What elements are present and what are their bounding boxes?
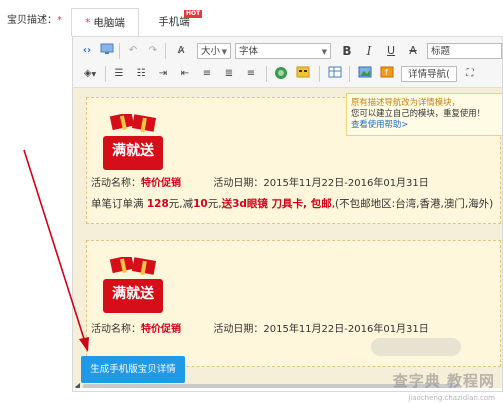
table-icon[interactable] bbox=[327, 66, 343, 82]
promo-badge-text: 满就送 bbox=[112, 143, 154, 159]
promo-info-row: 活动名称：特价促销 活动日期：2015年11月22日-2016年01月31日 bbox=[91, 174, 429, 189]
promo-detail-mid1: 元,减 bbox=[168, 198, 194, 210]
watermark-text: 查字典 教程网 bbox=[392, 372, 495, 390]
toolbar-separator bbox=[165, 43, 166, 59]
toolbar-separator bbox=[319, 66, 320, 82]
emoji-icon[interactable] bbox=[295, 66, 311, 82]
promo-discount: 10 bbox=[193, 198, 208, 210]
nav-tooltip: 原有描述导航改为详情模块， 您可以建立自己的模块，重复使用！ 查看使用帮助> bbox=[346, 93, 502, 136]
chevron-down-icon: ▼ bbox=[221, 48, 227, 56]
indent-icon[interactable]: ⇥ bbox=[155, 66, 171, 82]
heading-select[interactable]: 标题 bbox=[427, 43, 502, 59]
font-size-select-value: 大小 bbox=[201, 46, 221, 57]
italic-button[interactable]: I bbox=[361, 43, 377, 59]
ordered-list-icon[interactable]: ☷ bbox=[133, 66, 149, 82]
svg-text:f: f bbox=[385, 68, 388, 77]
promo-date-label: 活动日期： bbox=[213, 324, 264, 335]
toolbar-separator bbox=[119, 43, 120, 59]
tab-pc-label: 电脑端 bbox=[93, 17, 125, 29]
font-family-select-value: 字体 bbox=[239, 46, 259, 57]
promo-name-label: 活动名称： bbox=[91, 324, 141, 335]
image-icon[interactable] bbox=[357, 66, 373, 82]
promo-gift: 送3d眼镜 刀具卡, 包邮 bbox=[221, 198, 332, 210]
toolbar-separator bbox=[266, 66, 267, 82]
tab-required-star: * bbox=[85, 17, 91, 29]
screen-icon[interactable] bbox=[99, 43, 115, 59]
device-tabs: * 电脑端 手机端 HOT bbox=[71, 8, 503, 36]
outdent-icon[interactable]: ⇤ bbox=[177, 66, 193, 82]
required-mark: * bbox=[57, 15, 62, 26]
scroll-left-arrow-icon[interactable] bbox=[75, 383, 80, 388]
promo-date-value: 2015年11月22日-2016年01月31日 bbox=[263, 178, 429, 189]
promo-detail: 单笔订单满 128元,减10元,送3d眼镜 刀具卡, 包邮,(不包邮地区:台湾,… bbox=[91, 196, 493, 211]
generate-mobile-detail-button[interactable]: 生成手机版宝贝详情 bbox=[81, 356, 185, 383]
promo-detail-post: ,(不包邮地区:台湾,香港,澳门,海外) bbox=[331, 198, 494, 210]
watermark-url: jiaocheng.chazidian.com bbox=[408, 394, 495, 402]
font-size-select[interactable]: 大小 ▼ bbox=[197, 43, 231, 59]
field-label-text: 宝贝描述： bbox=[7, 15, 57, 26]
description-field-label: 宝贝描述：* bbox=[7, 11, 62, 26]
chevron-down-icon: ▼ bbox=[321, 48, 327, 56]
gift-badge: 满就送 bbox=[103, 254, 163, 313]
promo-badge-text: 满就送 bbox=[112, 286, 154, 302]
promo-detail-pre: 单笔订单满 bbox=[91, 198, 144, 210]
toolbar-separator bbox=[105, 66, 106, 82]
gift-badge: 满就送 bbox=[103, 111, 163, 170]
fill-color-icon[interactable]: ◈▼ bbox=[79, 66, 101, 82]
promo-date-value: 2015年11月22日-2016年01月31日 bbox=[263, 324, 429, 335]
promo-date-label: 活动日期： bbox=[213, 178, 264, 189]
editor-toolbar: ‹› ↶ ↷ A̷ 大小 ▼ 字体 ▼ B I U A 标题 ◈▼ ☰ ☷ ⇥ ⇤ … bbox=[73, 37, 502, 88]
flash-icon[interactable]: f bbox=[379, 66, 395, 82]
tab-pc[interactable]: * 电脑端 bbox=[71, 8, 139, 36]
promo-amount: 128 bbox=[146, 198, 169, 210]
link-icon[interactable] bbox=[273, 66, 289, 82]
detail-nav-button[interactable]: 详情导航( bbox=[401, 66, 457, 82]
promo-info-row: 活动名称：特价促销 活动日期：2015年11月22日-2016年01月31日 bbox=[91, 320, 429, 335]
underline-button[interactable]: U bbox=[383, 43, 399, 59]
tooltip-line1: 原有描述导航改为详情模块， bbox=[351, 97, 460, 107]
promo-name-label: 活动名称： bbox=[91, 178, 141, 189]
promo-detail-mid2: 元, bbox=[207, 198, 222, 210]
heading-select-value: 标题 bbox=[431, 46, 451, 57]
fullscreen-icon[interactable]: ⛶ bbox=[462, 66, 478, 82]
source-code-icon[interactable]: ‹› bbox=[79, 43, 95, 59]
align-left-icon[interactable]: ≡ bbox=[199, 66, 215, 82]
strikethrough-button[interactable]: A bbox=[405, 43, 421, 59]
hot-badge: HOT bbox=[184, 10, 203, 18]
promo-name-value: 特价促销 bbox=[141, 178, 181, 189]
clear-format-icon[interactable]: A̷ bbox=[173, 43, 189, 59]
bold-button[interactable]: B bbox=[339, 43, 355, 59]
help-link[interactable]: 查看使用帮助> bbox=[351, 119, 499, 130]
tooltip-line2: 您可以建立自己的模块，重复使用！ bbox=[351, 108, 485, 118]
promo-name-value: 特价促销 bbox=[141, 324, 181, 335]
align-center-icon[interactable]: ≣ bbox=[221, 66, 237, 82]
toolbar-separator bbox=[349, 66, 350, 82]
undo-icon[interactable]: ↶ bbox=[125, 43, 141, 59]
align-right-icon[interactable]: ≡ bbox=[243, 66, 259, 82]
watermark-pill bbox=[371, 338, 461, 356]
unordered-list-icon[interactable]: ☰ bbox=[111, 66, 127, 82]
font-family-select[interactable]: 字体 ▼ bbox=[235, 43, 331, 59]
redo-icon[interactable]: ↷ bbox=[145, 43, 161, 59]
